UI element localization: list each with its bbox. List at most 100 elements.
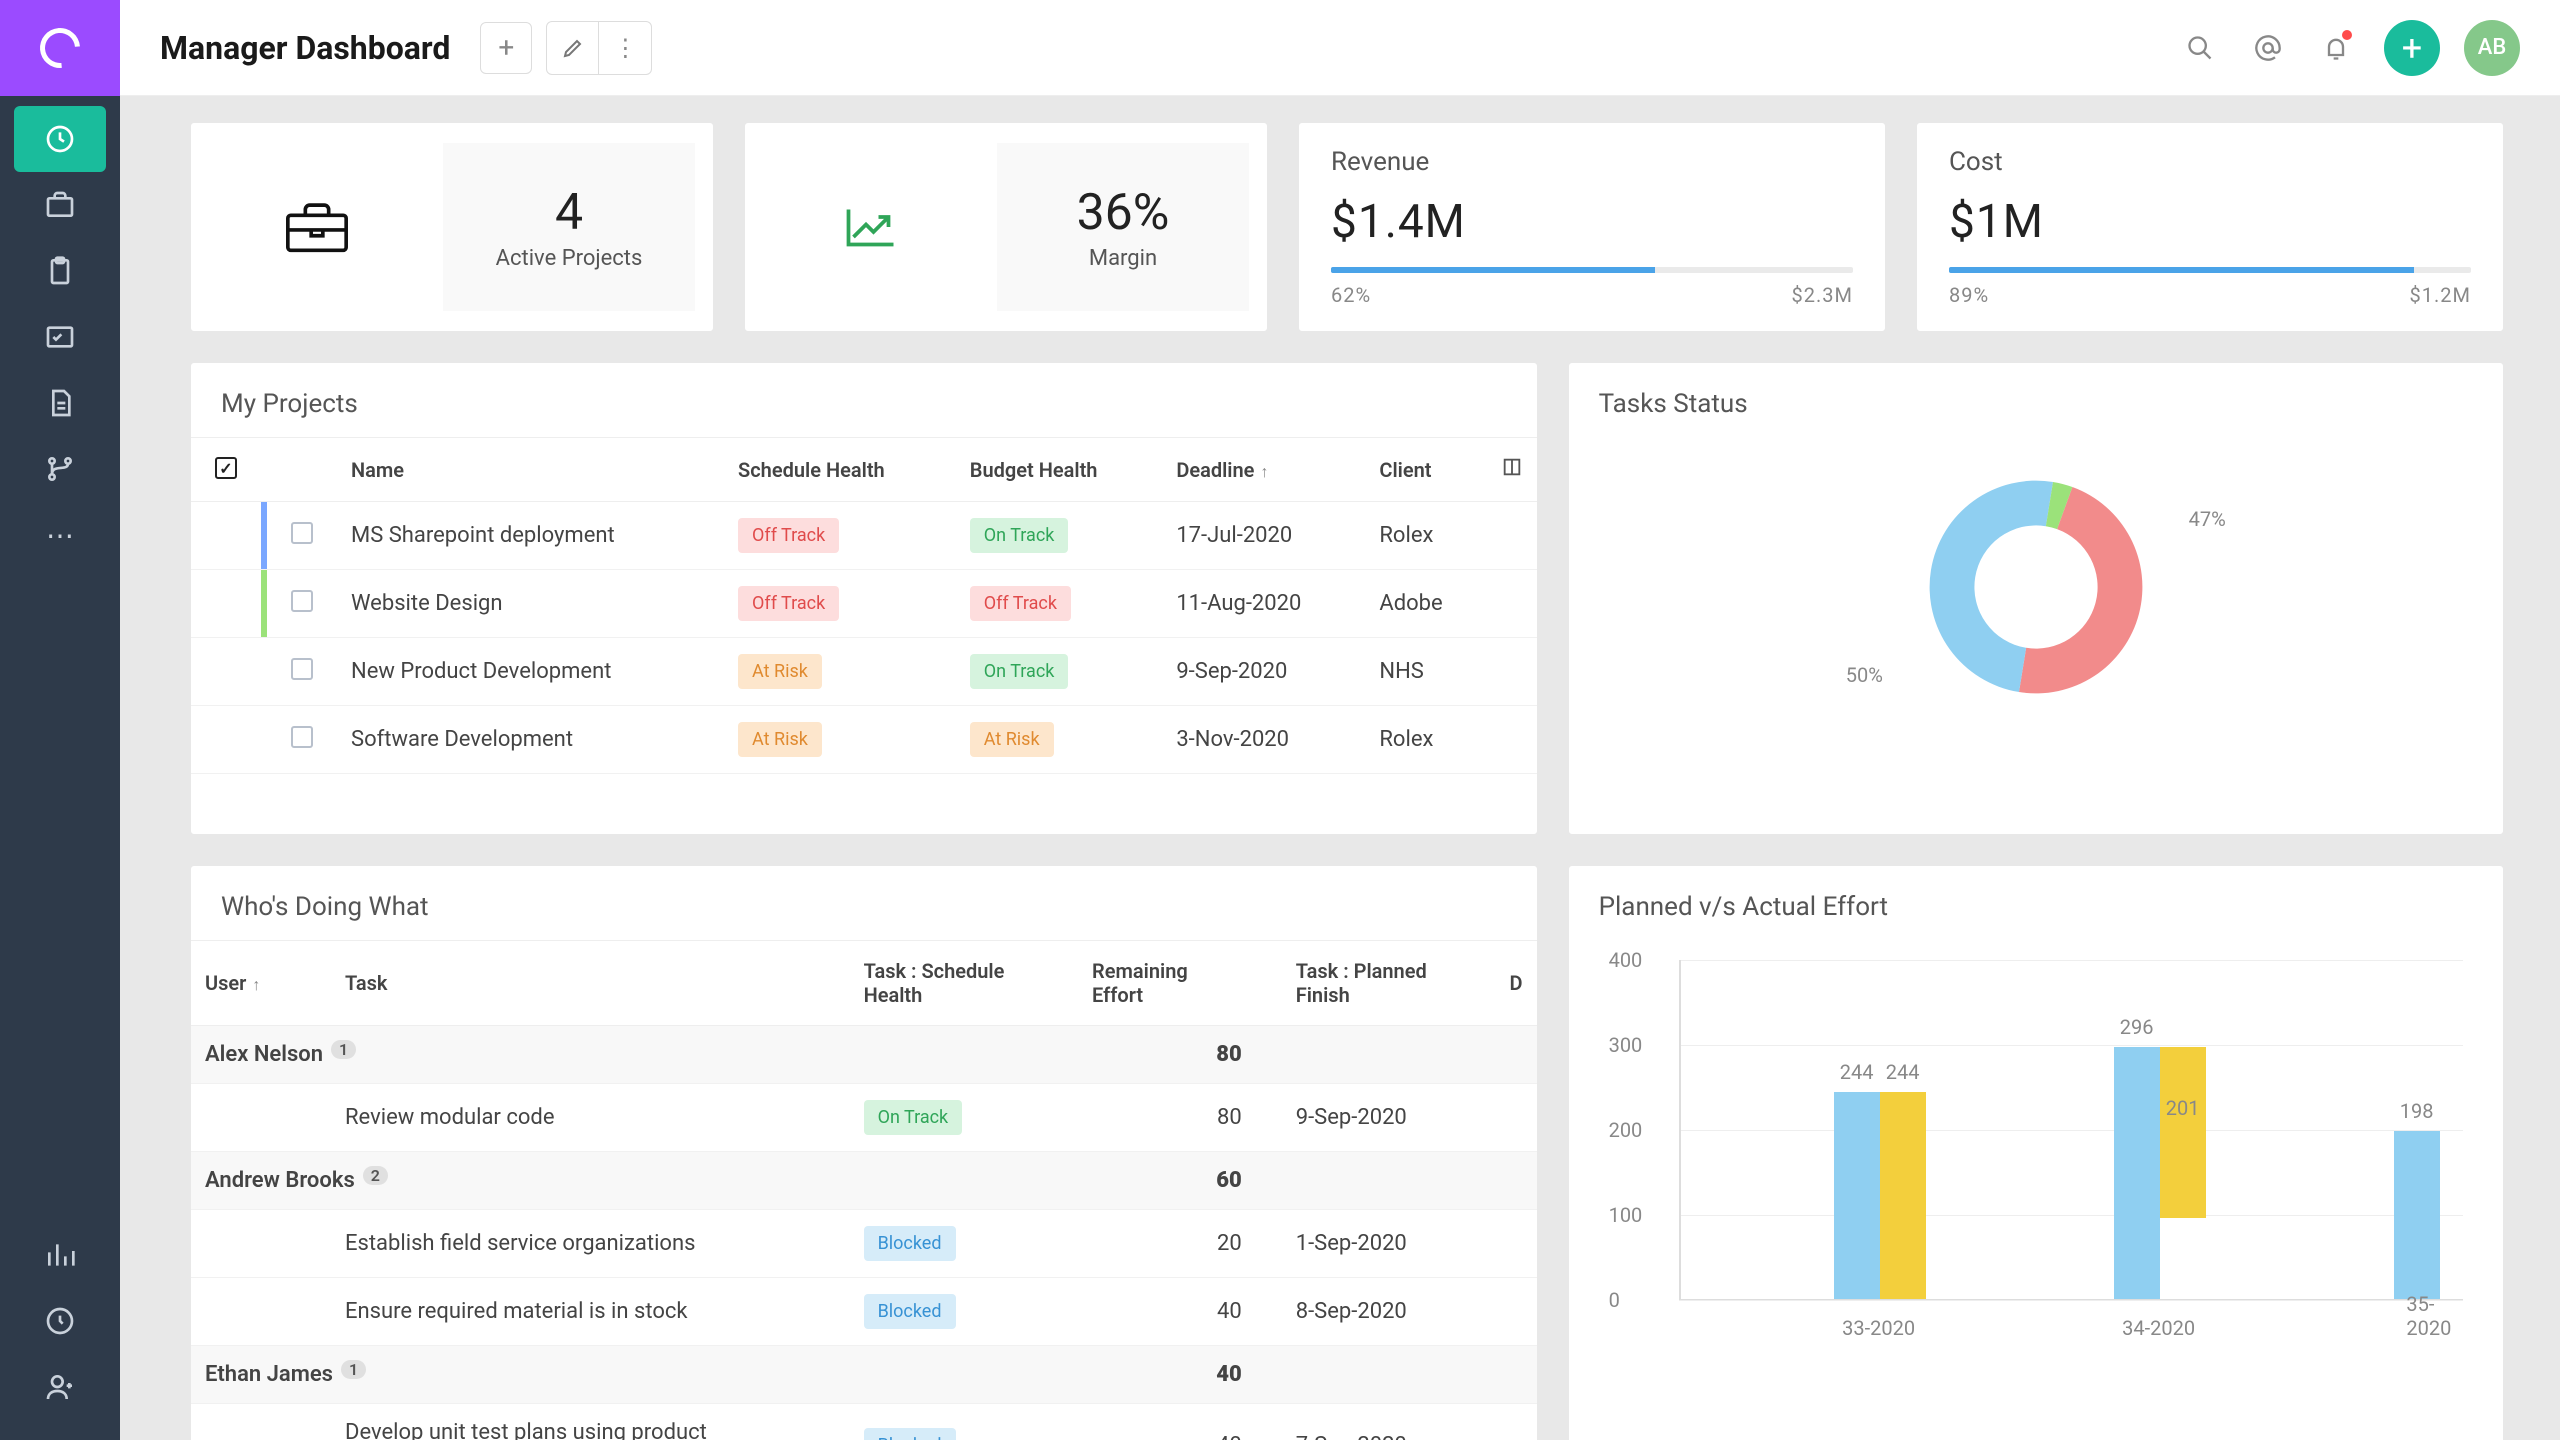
table-row[interactable]: Website DesignOff TrackOff Track11-Aug-2… bbox=[191, 570, 1537, 638]
col-remaining[interactable]: Remaining Effort bbox=[1078, 941, 1256, 1026]
notifications-icon[interactable] bbox=[2316, 28, 2356, 68]
table-row[interactable]: Software DevelopmentAt RiskAt Risk3-Nov-… bbox=[191, 706, 1537, 774]
budget-pill: On Track bbox=[970, 518, 1069, 553]
cell-client: NHS bbox=[1365, 638, 1486, 706]
kpi-margin: 36% Margin bbox=[744, 122, 1268, 332]
kpi-revenue: Revenue $1.4M 62% $2.3M bbox=[1298, 122, 1886, 332]
group-row[interactable]: Andrew Brooks260 bbox=[191, 1152, 1537, 1210]
cell-remaining: 80 bbox=[1078, 1084, 1256, 1152]
donut-label: 50% bbox=[1846, 663, 1883, 687]
progress-bar bbox=[1331, 267, 1853, 273]
col-d[interactable]: D bbox=[1496, 941, 1537, 1026]
kpi-label: Margin bbox=[1089, 246, 1157, 271]
panel-title: Tasks Status bbox=[1569, 363, 2503, 437]
nav-user[interactable] bbox=[14, 1354, 106, 1420]
table-row[interactable]: New Product DevelopmentAt RiskOn Track9-… bbox=[191, 638, 1537, 706]
kpi-percent: 62% bbox=[1331, 283, 1371, 307]
nav-analytics[interactable] bbox=[14, 1222, 106, 1288]
group-count: 1 bbox=[341, 1360, 366, 1379]
select-all-checkbox[interactable] bbox=[215, 457, 237, 479]
col-client[interactable]: Client bbox=[1365, 438, 1486, 502]
briefcase-icon bbox=[282, 197, 352, 257]
col-deadline[interactable]: Deadline↑ bbox=[1162, 438, 1365, 502]
create-button[interactable]: + bbox=[2384, 20, 2440, 76]
app-logo[interactable] bbox=[0, 0, 120, 96]
progress-bar bbox=[1949, 267, 2471, 273]
nav-branch[interactable] bbox=[14, 436, 106, 502]
kpi-value: 4 bbox=[555, 184, 583, 242]
cell-name: Website Design bbox=[337, 570, 724, 638]
cell-deadline: 9-Sep-2020 bbox=[1162, 638, 1365, 706]
cell-name: MS Sharepoint deployment bbox=[337, 502, 724, 570]
panel-title: Planned v/s Actual Effort bbox=[1569, 866, 2503, 940]
cell-task: Develop unit test plans using product sp… bbox=[331, 1404, 850, 1440]
table-row[interactable]: Develop unit test plans using product sp… bbox=[191, 1404, 1537, 1440]
row-checkbox[interactable] bbox=[291, 726, 313, 748]
effort-panel: Planned v/s Actual Effort 01002003004002… bbox=[1568, 865, 2504, 1440]
edit-menu-button[interactable]: ⋮ bbox=[599, 22, 651, 74]
kpi-value: 36% bbox=[1077, 184, 1170, 242]
columns-icon[interactable] bbox=[1487, 438, 1537, 502]
kpi-title: Revenue bbox=[1331, 147, 1853, 177]
cell-deadline: 3-Nov-2020 bbox=[1162, 706, 1365, 774]
table-row[interactable]: Establish field service organizationsBlo… bbox=[191, 1210, 1537, 1278]
cell-client: Rolex bbox=[1365, 706, 1486, 774]
kpi-title: Cost bbox=[1949, 147, 2471, 177]
row-checkbox[interactable] bbox=[291, 658, 313, 680]
col-task[interactable]: Task bbox=[331, 941, 850, 1026]
nav-briefcase[interactable] bbox=[14, 172, 106, 238]
col-budget[interactable]: Budget Health bbox=[956, 438, 1163, 502]
col-user[interactable]: User↑ bbox=[191, 941, 331, 1026]
group-remaining: 80 bbox=[1078, 1026, 1256, 1084]
cell-client: Adobe bbox=[1365, 570, 1486, 638]
group-row[interactable]: Ethan James 1 40 bbox=[191, 1346, 1537, 1404]
col-schedule[interactable]: Schedule Health bbox=[724, 438, 956, 502]
nav-document[interactable] bbox=[14, 370, 106, 436]
cell-task: Ensure required material is in stock bbox=[331, 1278, 850, 1346]
col-name[interactable]: Name bbox=[337, 438, 724, 502]
edit-button[interactable] bbox=[547, 22, 599, 74]
col-sched[interactable]: Task : Schedule Health bbox=[850, 941, 1078, 1026]
kpi-value: $1M bbox=[1949, 195, 2471, 249]
cell-name: New Product Development bbox=[337, 638, 724, 706]
add-widget-button[interactable]: + bbox=[480, 22, 532, 74]
tasks-status-panel: Tasks Status 47% 50% bbox=[1568, 362, 2504, 835]
tasks-status-donut: 47% 50% bbox=[1896, 447, 2176, 727]
sidebar: ⋯ bbox=[0, 0, 120, 1440]
group-row[interactable]: Alex Nelson180 bbox=[191, 1026, 1537, 1084]
table-row[interactable]: Ensure required material is in stockBloc… bbox=[191, 1278, 1537, 1346]
who-doing-what-panel: Who's Doing What User↑ Task Task : Sched… bbox=[190, 865, 1538, 1440]
nav-clipboard[interactable] bbox=[14, 238, 106, 304]
cell-finish: 8-Sep-2020 bbox=[1256, 1278, 1496, 1346]
page-title: Manager Dashboard bbox=[160, 29, 450, 67]
user-avatar[interactable]: AB bbox=[2464, 20, 2520, 76]
group-user: Ethan James bbox=[205, 1362, 333, 1387]
panel-title: Who's Doing What bbox=[191, 866, 1537, 940]
cell-client: Rolex bbox=[1365, 502, 1486, 570]
group-count: 2 bbox=[363, 1166, 388, 1185]
notification-dot bbox=[2342, 30, 2352, 40]
nav-more[interactable]: ⋯ bbox=[14, 502, 106, 568]
kpi-label: Active Projects bbox=[496, 246, 643, 271]
effort-bar-chart: 010020030040024424429620119833-202034-20… bbox=[1569, 940, 2503, 1370]
table-row[interactable]: MS Sharepoint deploymentOff TrackOn Trac… bbox=[191, 502, 1537, 570]
cell-deadline: 11-Aug-2020 bbox=[1162, 570, 1365, 638]
my-projects-panel: My Projects Name Schedule Health Budget … bbox=[190, 362, 1538, 835]
mentions-icon[interactable] bbox=[2248, 28, 2288, 68]
schedule-pill: Blocked bbox=[864, 1428, 956, 1440]
col-finish[interactable]: Task : Planned Finish bbox=[1256, 941, 1496, 1026]
panel-title: My Projects bbox=[191, 363, 1537, 437]
row-checkbox[interactable] bbox=[291, 522, 313, 544]
nav-dashboard[interactable] bbox=[14, 106, 106, 172]
kpi-target: $2.3M bbox=[1792, 283, 1853, 307]
group-user: Alex Nelson bbox=[205, 1042, 323, 1067]
row-checkbox[interactable] bbox=[291, 590, 313, 612]
search-icon[interactable] bbox=[2180, 28, 2220, 68]
nav-tasks[interactable] bbox=[14, 304, 106, 370]
budget-pill: On Track bbox=[970, 654, 1069, 689]
kpi-target: $1.2M bbox=[2410, 283, 2471, 307]
nav-time[interactable] bbox=[14, 1288, 106, 1354]
group-remaining: 40 bbox=[1078, 1346, 1256, 1404]
schedule-pill: Blocked bbox=[864, 1226, 956, 1261]
table-row[interactable]: Review modular codeOn Track809-Sep-2020 bbox=[191, 1084, 1537, 1152]
